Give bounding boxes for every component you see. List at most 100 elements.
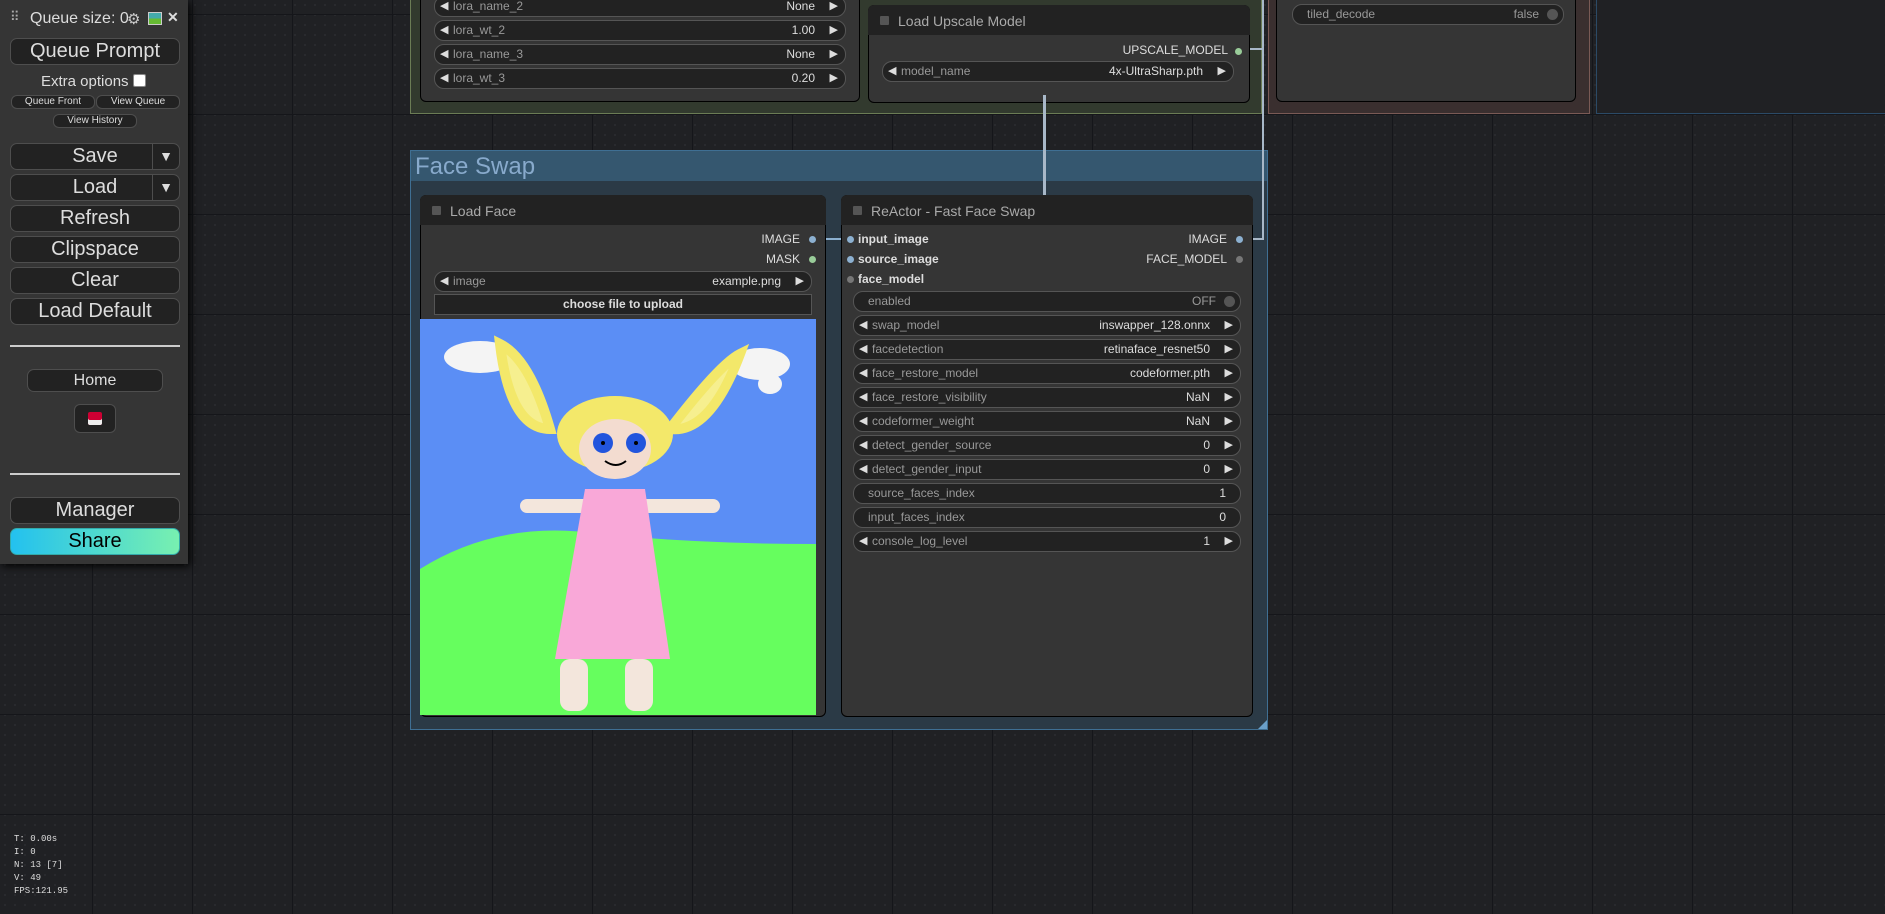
upload-button[interactable]: choose file to upload — [434, 294, 812, 315]
toggle-knob[interactable] — [1224, 296, 1235, 307]
decrement-arrow[interactable]: ◀ — [859, 390, 867, 403]
decrement-arrow[interactable]: ◀ — [859, 414, 867, 427]
increment-arrow[interactable]: ▶ — [1225, 342, 1233, 355]
manager-button[interactable]: Manager — [10, 497, 180, 524]
decrement-arrow[interactable]: ◀ — [859, 462, 867, 475]
increment-arrow[interactable]: ▶ — [1225, 438, 1233, 451]
extra-options-checkbox[interactable] — [133, 74, 146, 87]
view-history-button[interactable]: View History — [53, 114, 137, 128]
lora-stack-node[interactable]: ◀ lora_name_2 None ▶ ◀ lora_wt_2 1.00 ▶ … — [420, 0, 860, 102]
output-slot-upscale-model[interactable] — [1235, 48, 1242, 55]
input-slot-source-image[interactable] — [847, 256, 854, 263]
node-title-bar[interactable]: Load Upscale Model — [868, 5, 1250, 35]
lora-wt-2-widget[interactable]: ◀ lora_wt_2 1.00 ▶ — [434, 20, 846, 41]
decrement-arrow[interactable]: ◀ — [859, 438, 867, 451]
node-title-bar[interactable]: Load Face — [420, 195, 826, 225]
increment-arrow[interactable]: ▶ — [1225, 366, 1233, 379]
console-log-level-widget[interactable]: ◀ console_log_level 1 ▶ — [853, 531, 1241, 552]
tiled-decode-toggle[interactable]: tiled_decode false — [1292, 4, 1564, 25]
increment-arrow[interactable]: ▶ — [796, 274, 804, 287]
clear-button[interactable]: Clear — [10, 267, 180, 294]
reactor-node[interactable]: ReActor - Fast Face Swap input_image sou… — [841, 195, 1253, 717]
facedetection-widget[interactable]: ◀ facedetection retinaface_resnet50 ▶ — [853, 339, 1241, 360]
save-dropdown-toggle[interactable]: ▼ — [152, 144, 179, 169]
queue-prompt-button[interactable]: Queue Prompt — [10, 38, 180, 65]
increment-arrow[interactable]: ▶ — [1218, 64, 1226, 77]
increment-arrow[interactable]: ▶ — [830, 47, 838, 60]
decrement-arrow[interactable]: ◀ — [859, 366, 867, 379]
input-faces-index-widget[interactable]: input_faces_index 0 — [853, 507, 1241, 528]
image-select-widget[interactable]: ◀ image example.png ▶ — [434, 271, 812, 292]
widget-label: lora_wt_2 — [453, 23, 506, 37]
decrement-arrow[interactable]: ◀ — [440, 23, 448, 36]
decrement-arrow[interactable]: ◀ — [859, 534, 867, 547]
output-slot-mask[interactable] — [809, 256, 816, 263]
load-default-button[interactable]: Load Default — [10, 298, 180, 325]
drag-handle[interactable]: ⠿ — [10, 9, 19, 25]
collapse-toggle[interactable] — [880, 16, 889, 25]
refresh-button[interactable]: Refresh — [10, 205, 180, 232]
decrement-arrow[interactable]: ◀ — [859, 342, 867, 355]
home-button[interactable]: Home — [27, 369, 163, 392]
queue-front-button[interactable]: Queue Front — [11, 95, 95, 109]
increment-arrow[interactable]: ▶ — [1225, 318, 1233, 331]
lora-name-2-widget[interactable]: ◀ lora_name_2 None ▶ — [434, 0, 846, 17]
canvas-stats: T: 0.00s I: 0 N: 13 [7] V: 49 FPS:121.95 — [14, 833, 68, 898]
collapse-toggle[interactable] — [853, 206, 862, 215]
floppy-disk-icon — [88, 412, 102, 425]
decrement-arrow[interactable]: ◀ — [440, 71, 448, 84]
face-restore-visibility-widget[interactable]: ◀ face_restore_visibility NaN ▶ — [853, 387, 1241, 408]
widget-value: example.png — [712, 274, 781, 288]
increment-arrow[interactable]: ▶ — [830, 0, 838, 12]
lora-name-3-widget[interactable]: ◀ lora_name_3 None ▶ — [434, 44, 846, 65]
increment-arrow[interactable]: ▶ — [1225, 390, 1233, 403]
lora-wt-3-widget[interactable]: ◀ lora_wt_3 0.20 ▶ — [434, 68, 846, 89]
decrement-arrow[interactable]: ◀ — [440, 47, 448, 60]
clipspace-button[interactable]: Clipspace — [10, 236, 180, 263]
save-workflow-button[interactable] — [74, 404, 116, 433]
load-face-node[interactable]: Load Face IMAGE MASK ◀ image example.png… — [420, 195, 826, 717]
output-slot-face-model[interactable] — [1236, 256, 1243, 263]
refresh-label: Refresh — [59, 207, 131, 229]
output-slot-image[interactable] — [1236, 236, 1243, 243]
close-icon[interactable]: ✕ — [167, 9, 179, 26]
vae-decode-node[interactable]: tiled_decode false — [1276, 0, 1576, 102]
collapse-toggle[interactable] — [432, 206, 441, 215]
gear-icon[interactable]: ⚙ — [127, 10, 140, 28]
swap-model-widget[interactable]: ◀ swap_model inswapper_128.onnx ▶ — [853, 315, 1241, 336]
load-button[interactable]: Load ▼ — [10, 174, 180, 201]
decrement-arrow[interactable]: ◀ — [859, 318, 867, 331]
output-slot-image[interactable] — [809, 236, 816, 243]
increment-arrow[interactable]: ▶ — [1225, 534, 1233, 547]
source-faces-index-widget[interactable]: source_faces_index 1 — [853, 483, 1241, 504]
input-slot-input-image[interactable] — [847, 236, 854, 243]
save-button[interactable]: Save ▼ — [10, 143, 180, 170]
increment-arrow[interactable]: ▶ — [830, 23, 838, 36]
clear-label: Clear — [71, 269, 119, 291]
detect-gender-source-widget[interactable]: ◀ detect_gender_source 0 ▶ — [853, 435, 1241, 456]
stat-iterations: I: 0 — [14, 847, 36, 857]
group-resize-handle[interactable] — [1258, 720, 1267, 729]
face-restore-model-widget[interactable]: ◀ face_restore_model codeformer.pth ▶ — [853, 363, 1241, 384]
input-slot-face-model[interactable] — [847, 276, 854, 283]
save-label: Save — [72, 145, 118, 167]
node-title-bar[interactable]: ReActor - Fast Face Swap — [841, 195, 1253, 225]
group-title-bar[interactable] — [411, 151, 1267, 181]
enabled-toggle[interactable]: enabled OFF — [853, 291, 1241, 312]
decrement-arrow[interactable]: ◀ — [440, 274, 448, 287]
model-name-widget[interactable]: ◀ model_name 4x-UltraSharp.pth ▶ — [882, 61, 1234, 82]
detect-gender-input-widget[interactable]: ◀ detect_gender_input 0 ▶ — [853, 459, 1241, 480]
increment-arrow[interactable]: ▶ — [1225, 414, 1233, 427]
increment-arrow[interactable]: ▶ — [1225, 462, 1233, 475]
decrement-arrow[interactable]: ◀ — [440, 0, 448, 12]
codeformer-weight-widget[interactable]: ◀ codeformer_weight NaN ▶ — [853, 411, 1241, 432]
view-queue-button[interactable]: View Queue — [96, 95, 180, 109]
load-upscale-model-node[interactable]: Load Upscale Model UPSCALE_MODEL ◀ model… — [868, 5, 1250, 103]
image-icon[interactable] — [148, 12, 162, 25]
share-button[interactable]: Share — [10, 528, 180, 555]
toggle-knob[interactable] — [1547, 9, 1558, 20]
increment-arrow[interactable]: ▶ — [830, 71, 838, 84]
load-dropdown-toggle[interactable]: ▼ — [152, 175, 179, 200]
decrement-arrow[interactable]: ◀ — [888, 64, 896, 77]
output-label-image: IMAGE — [761, 232, 800, 246]
